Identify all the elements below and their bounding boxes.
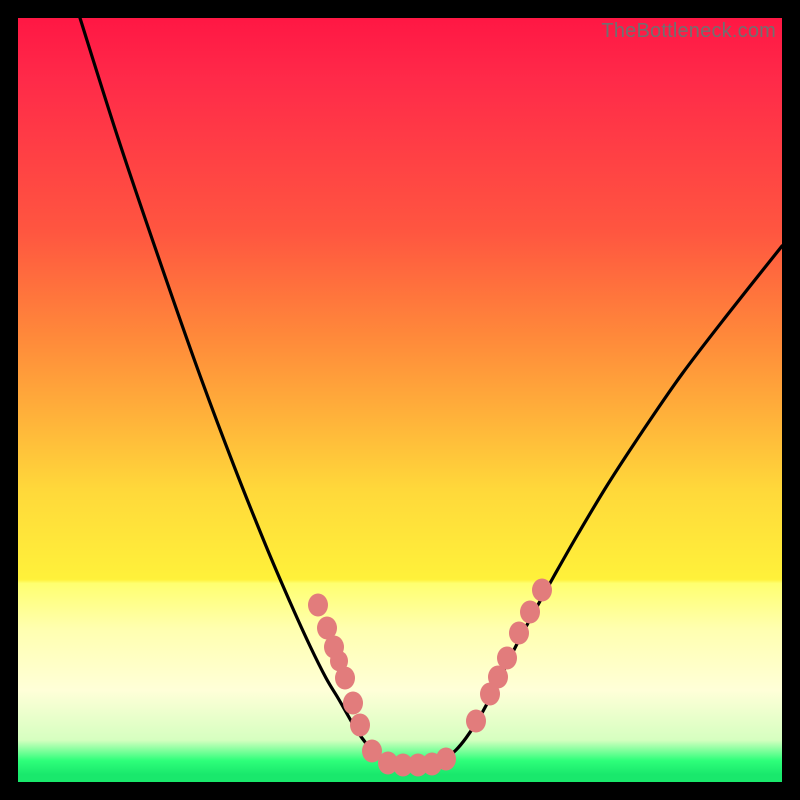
chart-frame: TheBottleneck.com [18, 18, 782, 782]
chart-gradient-background [18, 18, 782, 782]
watermark-label: TheBottleneck.com [601, 20, 776, 43]
